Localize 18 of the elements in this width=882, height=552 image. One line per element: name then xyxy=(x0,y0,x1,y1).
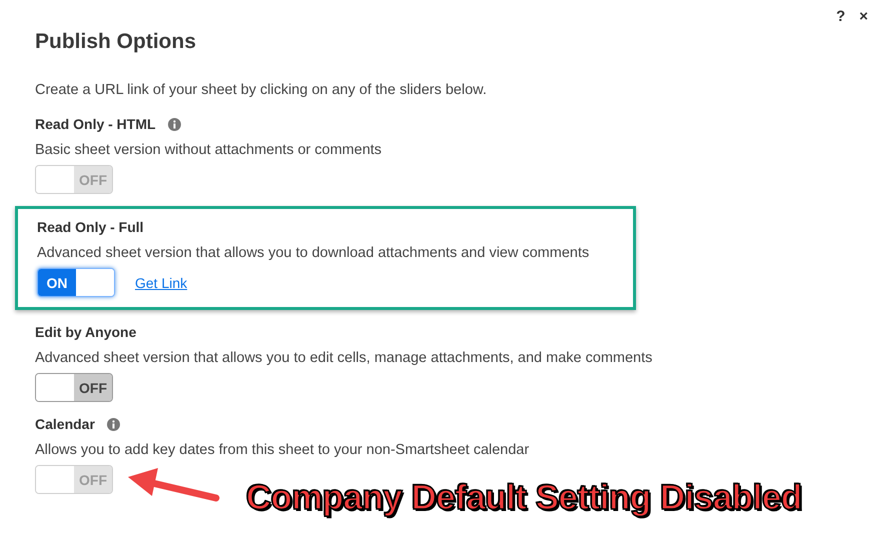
option-description: Advanced sheet version that allows you to edit cells, manage attachments, and make comments xyxy=(35,350,652,366)
close-button[interactable]: × xyxy=(857,6,870,26)
dialog-title: Publish Options xyxy=(35,30,196,54)
option-title: Read Only - HTML xyxy=(35,116,156,132)
get-link[interactable]: Get Link xyxy=(135,274,188,290)
option-description: Basic sheet version without attachments or comments xyxy=(35,142,382,158)
annotation-text: Company Default Setting Disabled xyxy=(246,478,802,518)
info-icon[interactable] xyxy=(168,118,181,130)
info-icon[interactable] xyxy=(106,418,120,430)
option-title: Edit by Anyone xyxy=(35,324,136,340)
toggle-switch[interactable]: OFF xyxy=(35,373,113,402)
option-description: Allows you to add key dates from this sheet to your non-Smartsheet calendar xyxy=(35,442,530,458)
toggle-switch[interactable]: ON xyxy=(37,268,115,297)
option-title: Read Only - Full xyxy=(37,219,144,235)
intro-text: Create a URL link of your sheet by clicking on any of the sliders below. xyxy=(35,82,487,98)
help-button[interactable]: ? xyxy=(834,6,848,26)
option-description: Advanced sheet version that allows you to download attachments and view comments xyxy=(37,245,590,261)
option-title: Calendar xyxy=(35,416,95,432)
